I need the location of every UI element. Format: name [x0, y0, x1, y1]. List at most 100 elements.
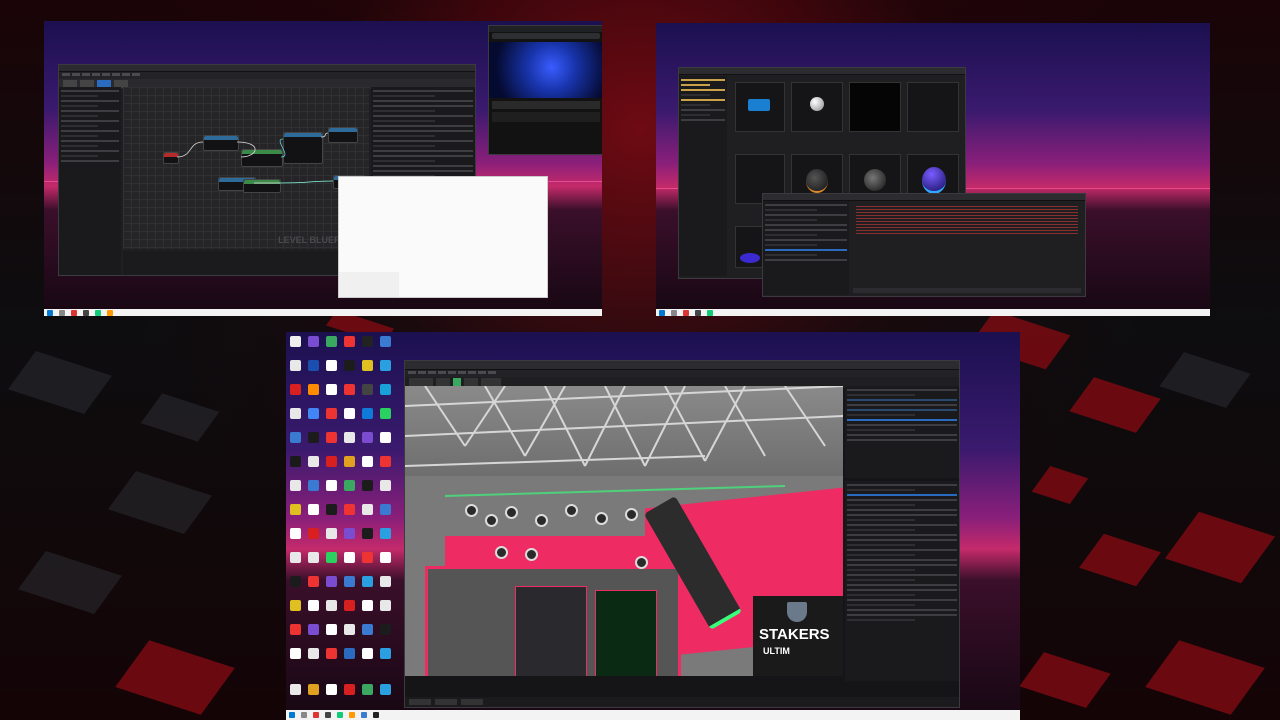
log-output[interactable]	[853, 204, 1081, 284]
desktop-icon[interactable]	[326, 360, 337, 371]
desktop-icon[interactable]	[290, 528, 301, 539]
my-blueprint-panel[interactable]	[59, 87, 121, 275]
desktop-icon[interactable]	[380, 456, 391, 467]
desktop-icon[interactable]	[362, 528, 373, 539]
desktop-icon[interactable]	[308, 504, 319, 515]
desktop-icon[interactable]	[362, 648, 373, 659]
desktop-icon[interactable]	[290, 552, 301, 563]
console-input[interactable]	[853, 288, 1081, 293]
desktop-icon[interactable]	[290, 648, 301, 659]
desktop-icon[interactable]	[326, 384, 337, 395]
desktop-icon[interactable]	[362, 504, 373, 515]
light-fixture[interactable]	[525, 548, 538, 561]
desktop-icon[interactable]	[290, 600, 301, 611]
desktop-icon[interactable]	[290, 684, 301, 695]
desktop-icon[interactable]	[308, 684, 319, 695]
desktop-icon[interactable]	[380, 432, 391, 443]
desktop-icon[interactable]	[362, 360, 373, 371]
desktop-icon[interactable]	[380, 528, 391, 539]
desktop-icon[interactable]	[362, 684, 373, 695]
desktop-icon[interactable]	[380, 600, 391, 611]
desktop-icon[interactable]	[362, 552, 373, 563]
desktop-icon[interactable]	[308, 480, 319, 491]
desktop-icon[interactable]	[344, 552, 355, 563]
desktop-icon[interactable]	[344, 360, 355, 371]
light-fixture[interactable]	[565, 504, 578, 517]
menu-bar[interactable]	[59, 72, 475, 79]
desktop-icon[interactable]	[362, 624, 373, 635]
address-bar[interactable]	[492, 33, 600, 39]
desktop-icon[interactable]	[380, 552, 391, 563]
file-dialog[interactable]	[338, 176, 548, 298]
light-fixture[interactable]	[485, 514, 498, 527]
desktop-icon[interactable]	[326, 648, 337, 659]
desktop-icon[interactable]	[308, 360, 319, 371]
desktop-icon[interactable]	[362, 384, 373, 395]
desktop-icon[interactable]	[380, 504, 391, 515]
desktop-icon[interactable]	[290, 576, 301, 587]
desktop-icon[interactable]	[308, 528, 319, 539]
desktop-icon[interactable]	[290, 432, 301, 443]
light-fixture[interactable]	[535, 514, 548, 527]
desktop-icon[interactable]	[326, 480, 337, 491]
desktop-icon[interactable]	[344, 624, 355, 635]
unreal-editor-window[interactable]: STAKERS ULTIM	[404, 360, 960, 708]
desktop-icon[interactable]	[380, 408, 391, 419]
light-fixture[interactable]	[625, 508, 638, 521]
desktop-icon[interactable]	[326, 552, 337, 563]
desktop-icon[interactable]	[380, 648, 391, 659]
taskbar[interactable]	[286, 710, 1020, 720]
desktop-icon[interactable]	[308, 408, 319, 419]
desktop-icon[interactable]	[326, 336, 337, 347]
desktop-icon[interactable]	[290, 408, 301, 419]
desktop-icon[interactable]	[362, 576, 373, 587]
desktop-icon[interactable]	[308, 576, 319, 587]
asset-thumbnail[interactable]	[849, 82, 901, 132]
desktop-icon[interactable]	[290, 384, 301, 395]
folder-tree[interactable]	[679, 76, 727, 276]
desktop-icon[interactable]	[344, 408, 355, 419]
desktop-icon[interactable]	[326, 456, 337, 467]
light-fixture[interactable]	[505, 506, 518, 519]
blueprint-graph[interactable]: LEVEL BLUEPRINT	[123, 87, 369, 249]
light-fixture[interactable]	[595, 512, 608, 525]
world-outliner[interactable]	[845, 386, 959, 478]
desktop-icon[interactable]	[344, 528, 355, 539]
desktop-icon[interactable]	[308, 456, 319, 467]
desktop-icons[interactable]	[286, 332, 404, 702]
desktop-icon[interactable]	[290, 336, 301, 347]
desktop-icon[interactable]	[380, 480, 391, 491]
desktop-icon[interactable]	[344, 648, 355, 659]
desktop-icon[interactable]	[344, 384, 355, 395]
desktop-icon[interactable]	[326, 504, 337, 515]
desktop-icon[interactable]	[308, 432, 319, 443]
compiler-results-panel[interactable]	[123, 251, 369, 275]
browser-window[interactable]	[488, 25, 602, 155]
desktop-icon[interactable]	[308, 336, 319, 347]
desktop-icon[interactable]	[290, 360, 301, 371]
desktop-icon[interactable]	[380, 684, 391, 695]
desktop-icon[interactable]	[344, 504, 355, 515]
desktop-icon[interactable]	[308, 600, 319, 611]
level-viewport[interactable]: STAKERS ULTIM	[405, 386, 843, 676]
browser-tab-bar[interactable]	[489, 26, 602, 32]
desktop-icon[interactable]	[344, 432, 355, 443]
desktop-icon[interactable]	[308, 648, 319, 659]
desktop-icon[interactable]	[290, 480, 301, 491]
desktop-icon[interactable]	[344, 336, 355, 347]
details-panel[interactable]	[845, 481, 959, 681]
desktop-icon[interactable]	[326, 528, 337, 539]
desktop-icon[interactable]	[362, 600, 373, 611]
log-categories[interactable]	[763, 201, 849, 295]
asset-thumbnail-sphere[interactable]	[791, 82, 843, 132]
dialog-sidebar[interactable]	[339, 272, 399, 297]
desktop-icon[interactable]	[380, 384, 391, 395]
desktop-icon[interactable]	[380, 336, 391, 347]
desktop-icon[interactable]	[344, 600, 355, 611]
bottom-status-bar[interactable]	[405, 697, 959, 707]
desktop-icon[interactable]	[344, 684, 355, 695]
desktop-icon[interactable]	[326, 408, 337, 419]
stakers-banner[interactable]: STAKERS ULTIM	[753, 596, 843, 676]
output-log-window[interactable]	[762, 193, 1086, 297]
desktop-icon[interactable]	[362, 408, 373, 419]
